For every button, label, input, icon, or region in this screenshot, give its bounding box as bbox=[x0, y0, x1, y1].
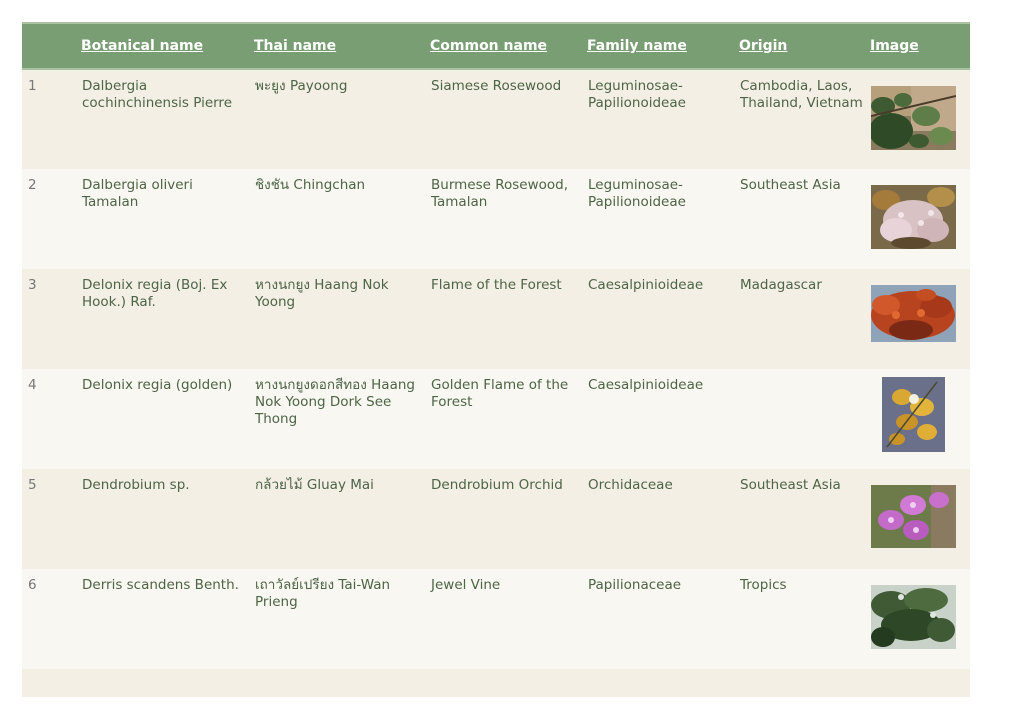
origin-cell bbox=[739, 369, 870, 469]
header-botanical-name[interactable]: Botanical name bbox=[81, 22, 254, 70]
table-row: 3 Delonix regia (Boj. Ex Hook.) Raf. หาง… bbox=[22, 269, 970, 369]
row-number: 5 bbox=[28, 477, 37, 493]
header-thai-name[interactable]: Thai name bbox=[254, 22, 430, 70]
image-cell bbox=[870, 569, 970, 669]
header-num bbox=[22, 22, 81, 70]
common-name-cell: Jewel Vine bbox=[431, 577, 501, 593]
sort-link-common[interactable]: Common name bbox=[430, 38, 547, 54]
origin-cell: Southeast Asia bbox=[740, 477, 841, 493]
botanical-name-cell: Delonix regia (golden) bbox=[82, 377, 233, 393]
row-number: 3 bbox=[28, 277, 37, 293]
family-name-cell: Caesalpinioideae bbox=[588, 277, 704, 293]
origin-cell: Tropics bbox=[740, 577, 787, 593]
sort-link-thai[interactable]: Thai name bbox=[254, 38, 336, 54]
table-row: 2 Dalbergia oliveri Tamalan ชิงชัน Ching… bbox=[22, 169, 970, 269]
botanical-name-cell: Delonix regia (Boj. Ex Hook.) Raf. bbox=[82, 277, 228, 310]
table-row: 1 Dalbergia cochinchinensis Pierre พะยูง… bbox=[22, 69, 970, 169]
leafy-branch-photo-icon[interactable] bbox=[871, 86, 956, 150]
row-number: 4 bbox=[28, 377, 37, 393]
red-flame-tree-photo-icon[interactable] bbox=[871, 285, 956, 342]
header-origin[interactable]: Origin bbox=[739, 22, 870, 70]
image-cell bbox=[870, 269, 970, 369]
botanical-name-cell: Derris scandens Benth. bbox=[82, 577, 239, 593]
table-row: 5 Dendrobium sp. กล้วยไม้ Gluay Mai Dend… bbox=[22, 469, 970, 569]
common-name-cell: Golden Flame of the Forest bbox=[431, 377, 569, 410]
header-family-name[interactable]: Family name bbox=[587, 22, 739, 70]
sort-link-image[interactable]: Image bbox=[870, 38, 919, 54]
pink-blossom-photo-icon[interactable] bbox=[871, 185, 956, 249]
image-cell bbox=[870, 169, 970, 269]
family-name-cell: Leguminosae-Papilionoideae bbox=[588, 78, 686, 111]
row-number: 6 bbox=[28, 577, 37, 593]
common-name-cell: Siamese Rosewood bbox=[431, 78, 562, 94]
family-name-cell: Caesalpinioideae bbox=[588, 377, 704, 393]
thai-name-cell: กล้วยไม้ Gluay Mai bbox=[255, 477, 374, 493]
table-row: 4 Delonix regia (golden) หางนกยูงดอกสีทอ… bbox=[22, 369, 970, 469]
thai-name-cell: หางนกยูง Haang Nok Yoong bbox=[255, 277, 389, 310]
origin-cell: Cambodia, Laos, Thailand, Vietnam bbox=[740, 78, 863, 111]
row-number: 1 bbox=[28, 78, 37, 94]
green-vine-photo-icon[interactable] bbox=[871, 585, 956, 649]
sort-link-botanical[interactable]: Botanical name bbox=[81, 38, 203, 54]
header-common-name[interactable]: Common name bbox=[430, 22, 587, 70]
sort-link-family[interactable]: Family name bbox=[587, 38, 687, 54]
header-image[interactable]: Image bbox=[870, 22, 970, 70]
thai-name-cell: เถาวัลย์เปรียง Tai-Wan Prieng bbox=[255, 577, 391, 610]
origin-cell: Madagascar bbox=[740, 277, 822, 293]
image-cell bbox=[870, 469, 970, 569]
golden-flower-photo-icon[interactable] bbox=[882, 377, 945, 452]
plant-table-container: Botanical name Thai name Common name Fam… bbox=[22, 22, 970, 697]
thai-name-cell: หางนกยูงดอกสีทอง Haang Nok Yoong Dork Se… bbox=[255, 377, 415, 427]
botanical-name-cell: Dendrobium sp. bbox=[82, 477, 190, 493]
botanical-name-cell: Dalbergia oliveri Tamalan bbox=[82, 177, 193, 210]
table-footer bbox=[22, 669, 970, 697]
origin-cell: Southeast Asia bbox=[740, 177, 841, 193]
thai-name-cell: พะยูง Payoong bbox=[255, 78, 348, 94]
botanical-name-cell: Dalbergia cochinchinensis Pierre bbox=[82, 78, 232, 111]
table-header-row: Botanical name Thai name Common name Fam… bbox=[22, 22, 970, 70]
common-name-cell: Burmese Rosewood, Tamalan bbox=[431, 177, 569, 210]
common-name-cell: Flame of the Forest bbox=[431, 277, 562, 293]
row-number: 2 bbox=[28, 177, 37, 193]
family-name-cell: Papilionaceae bbox=[588, 577, 682, 593]
plant-table: Botanical name Thai name Common name Fam… bbox=[22, 22, 970, 669]
family-name-cell: Leguminosae-Papilionoideae bbox=[588, 177, 686, 210]
thai-name-cell: ชิงชัน Chingchan bbox=[255, 177, 366, 193]
image-cell bbox=[870, 369, 970, 469]
family-name-cell: Orchidaceae bbox=[588, 477, 673, 493]
table-row: 6 Derris scandens Benth. เถาวัลย์เปรียง … bbox=[22, 569, 970, 669]
common-name-cell: Dendrobium Orchid bbox=[431, 477, 563, 493]
sort-link-origin[interactable]: Origin bbox=[739, 38, 787, 54]
image-cell bbox=[870, 69, 970, 169]
purple-orchid-photo-icon[interactable] bbox=[871, 485, 956, 548]
